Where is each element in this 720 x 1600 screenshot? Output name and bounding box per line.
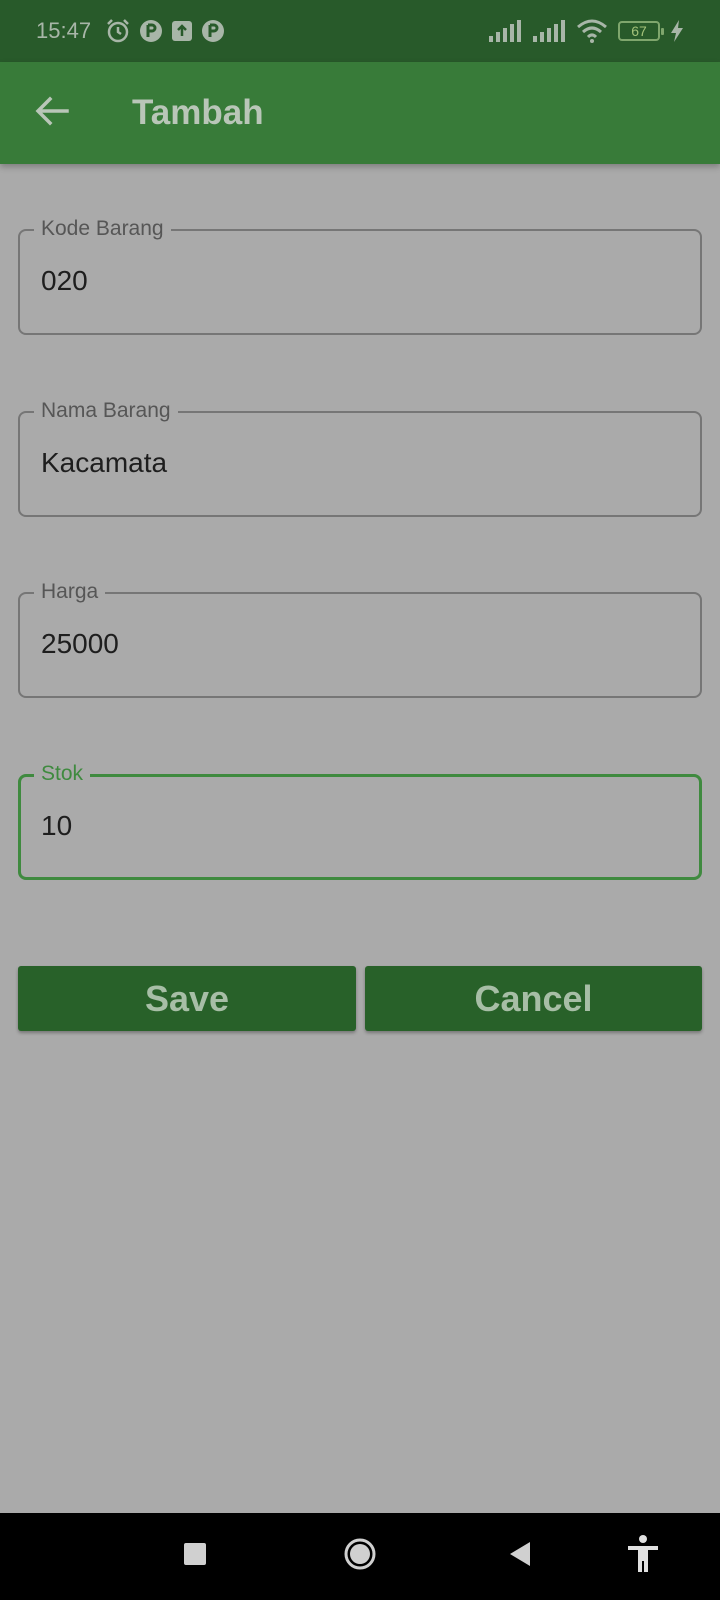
- back-triangle-icon: [508, 1541, 532, 1572]
- kode-barang-value[interactable]: 020: [41, 265, 88, 297]
- signal-icon: [532, 20, 566, 42]
- app-notification-icon: [139, 19, 163, 43]
- back-nav-button[interactable]: [495, 1513, 545, 1600]
- app-notification-icon: [201, 19, 225, 43]
- charging-icon: [670, 20, 684, 42]
- kode-barang-label: Kode Barang: [34, 217, 171, 241]
- battery-level: 67: [631, 23, 647, 39]
- nama-barang-label: Nama Barang: [34, 399, 178, 423]
- arrow-left-icon: [35, 96, 69, 131]
- save-button[interactable]: Save: [18, 966, 356, 1031]
- status-bar: 15:47 67: [0, 0, 720, 62]
- back-button[interactable]: [22, 83, 82, 143]
- status-left: 15:47: [36, 18, 225, 44]
- recents-button[interactable]: [170, 1513, 220, 1600]
- accessibility-button[interactable]: [618, 1513, 668, 1600]
- accessibility-icon: [626, 1535, 660, 1578]
- nama-barang-value[interactable]: Kacamata: [41, 447, 167, 479]
- battery-icon: 67: [618, 21, 664, 41]
- harga-label: Harga: [34, 580, 106, 604]
- kode-barang-field[interactable]: Kode Barang 020: [18, 217, 702, 335]
- signal-icon: [488, 20, 522, 42]
- stok-field[interactable]: Stok 10: [18, 762, 702, 880]
- app-bar: Tambah: [0, 62, 720, 164]
- alarm-icon: [105, 18, 131, 44]
- status-right: 67: [488, 19, 684, 43]
- recents-square-icon: [183, 1542, 207, 1571]
- home-button[interactable]: [335, 1513, 385, 1600]
- page-title: Tambah: [132, 93, 264, 132]
- cancel-button[interactable]: Cancel: [365, 966, 702, 1031]
- status-time: 15:47: [36, 18, 92, 43]
- home-circle-icon: [343, 1537, 377, 1576]
- stok-value[interactable]: 10: [41, 810, 72, 842]
- nama-barang-field[interactable]: Nama Barang Kacamata: [18, 399, 702, 517]
- harga-value[interactable]: 25000: [41, 628, 119, 660]
- wifi-icon: [576, 19, 608, 43]
- upload-icon: [171, 20, 193, 42]
- system-nav-bar: [0, 1513, 720, 1600]
- stok-label: Stok: [34, 762, 91, 786]
- harga-field[interactable]: Harga 25000: [18, 580, 702, 698]
